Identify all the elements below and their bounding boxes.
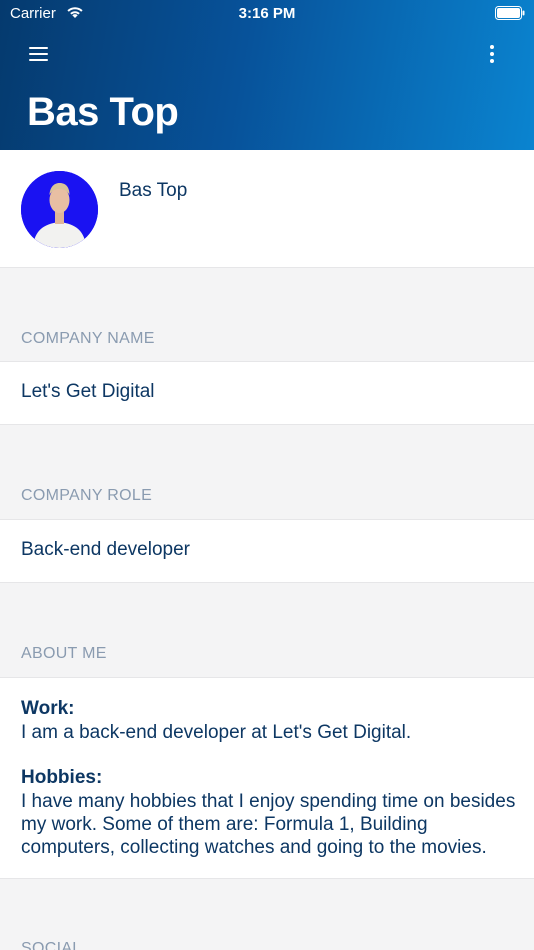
profile-card: Bas Top <box>0 150 534 268</box>
battery-icon <box>495 6 525 20</box>
company-role-row: Back-end developer <box>0 519 534 583</box>
company-name-label: COMPANY NAME <box>21 330 155 347</box>
company-name-value: Let's Get Digital <box>21 381 155 402</box>
profile-name: Bas Top <box>119 180 188 201</box>
status-bar: Carrier 3:16 PM <box>0 0 534 28</box>
hobbies-text: I have many hobbies that I enjoy spendin… <box>21 791 516 858</box>
avatar-photo-icon <box>21 171 98 248</box>
status-time: 3:16 PM <box>238 5 296 22</box>
about-me-label: ABOUT ME <box>21 645 107 662</box>
more-vertical-icon[interactable] <box>480 42 504 66</box>
company-role-label: COMPANY ROLE <box>21 487 153 504</box>
menu-icon[interactable] <box>26 42 52 66</box>
hobbies-heading: Hobbies: <box>21 767 103 788</box>
avatar <box>21 171 98 248</box>
page-title: Bas Top <box>27 90 179 134</box>
work-heading: Work: <box>21 698 75 719</box>
app-header: Carrier 3:16 PM Bas Top <box>0 0 534 150</box>
social-label: SOCIAL <box>21 940 82 950</box>
company-name-row: Let's Get Digital <box>0 361 534 425</box>
company-role-value: Back-end developer <box>21 539 190 560</box>
about-me-block: Work: I am a back-end developer at Let's… <box>0 677 534 879</box>
work-text: I am a back-end developer at Let's Get D… <box>21 722 412 743</box>
